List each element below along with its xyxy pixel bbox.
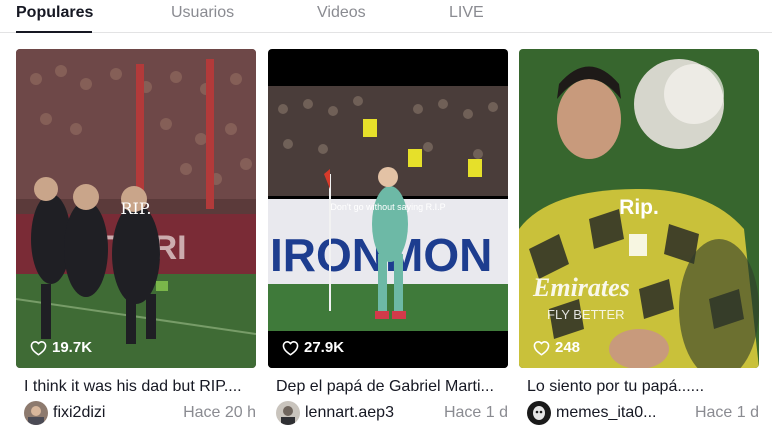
username[interactable]: fixi2dizi (53, 404, 105, 422)
time-ago: Hace 20 h (183, 404, 256, 421)
video-meta: lennart.aep3 Hace 1 d (276, 401, 508, 425)
username[interactable]: lennart.aep3 (305, 404, 394, 422)
active-tab-indicator (16, 31, 92, 33)
avatar[interactable] (527, 401, 551, 425)
tab-usuarios[interactable]: Usuarios (171, 4, 234, 22)
video-thumbnail[interactable]: IRONMON Don't go without saying R.I.P 27… (268, 49, 508, 368)
avatar[interactable] (276, 401, 300, 425)
heart-outline-icon (282, 340, 299, 356)
video-caption[interactable]: I think it was his dad but RIP.... (24, 377, 256, 397)
like-count: 248 (533, 339, 580, 356)
like-count-value: 19.7K (52, 339, 93, 356)
tab-live[interactable]: LIVE (449, 4, 484, 22)
like-count-value: 27.9K (304, 339, 345, 356)
video-meta: memes_ita0... Hace 1 d (527, 401, 759, 425)
video-thumbnail[interactable]: Emirates FLY BETTER Rip. 248 (519, 49, 759, 368)
svg-text:Emirates: Emirates (532, 273, 630, 302)
video-overlay-caption: RIP. (120, 199, 152, 218)
time-ago: Hace 1 d (443, 404, 508, 421)
video-overlay-caption: Don't go without saying R.I.P (330, 202, 446, 212)
search-tabs: Populares Usuarios Videos LIVE (0, 0, 772, 33)
heart-outline-icon (533, 340, 550, 356)
time-ago: Hace 1 d (694, 404, 759, 421)
username[interactable]: memes_ita0... (556, 404, 656, 422)
avatar[interactable] (24, 401, 48, 425)
video-card: IRONMON Don't go without saying R.I.P 27… (268, 49, 508, 425)
like-count: 19.7K (30, 339, 92, 356)
tab-populares[interactable]: Populares (16, 4, 93, 22)
video-overlay-caption: Rip. (619, 196, 659, 219)
tab-videos[interactable]: Videos (317, 4, 366, 22)
video-thumbnail[interactable]: TORI RIP. 19.7K (16, 49, 256, 368)
like-count: 27.9K (282, 339, 344, 356)
video-card: TORI RIP. 19.7K I think it was his dad b… (16, 49, 256, 425)
video-caption[interactable]: Lo siento por tu papá...... (527, 377, 759, 397)
video-card: Emirates FLY BETTER Rip. 248 Lo siento p… (519, 49, 759, 425)
video-meta: fixi2dizi Hace 20 h (24, 401, 256, 425)
video-caption[interactable]: Dep el papá de Gabriel Marti... (276, 377, 508, 397)
like-count-value: 248 (555, 339, 581, 356)
svg-text:FLY BETTER: FLY BETTER (547, 307, 625, 322)
heart-outline-icon (30, 340, 47, 356)
